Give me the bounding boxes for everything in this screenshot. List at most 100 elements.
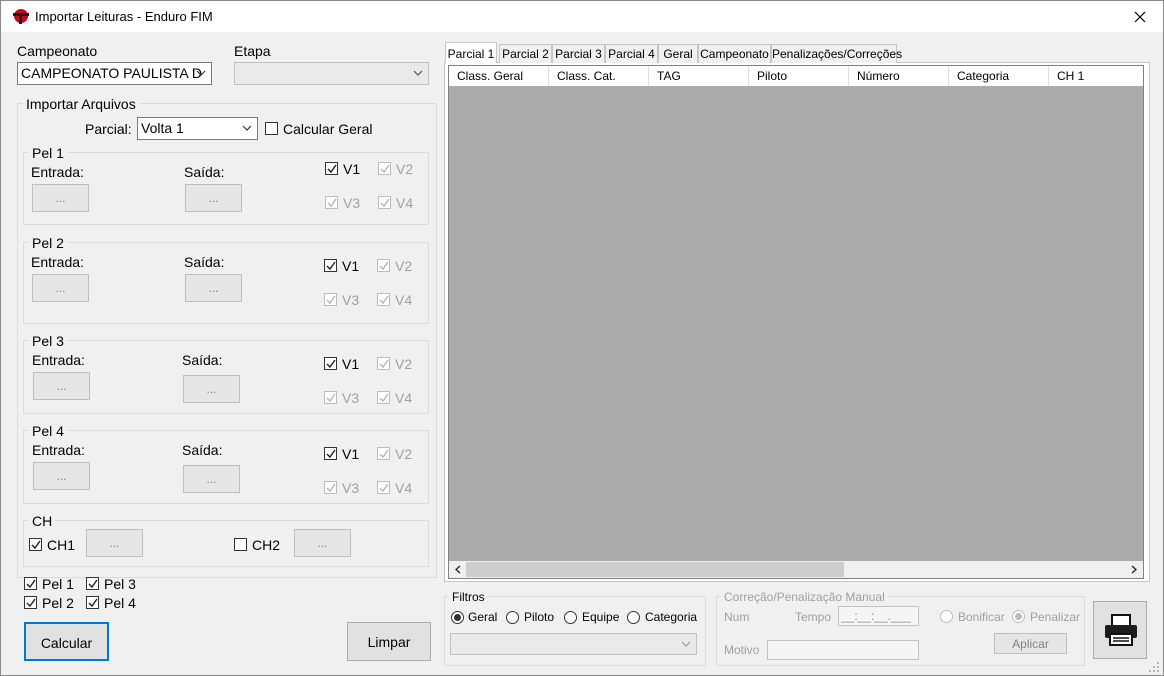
campeonato-select[interactable]: CAMPEONATO PAULISTA D	[17, 62, 212, 85]
tab-penalizacoes-correcoes[interactable]: Penalizações/Correções	[771, 44, 902, 63]
checkmark-icon	[326, 393, 336, 403]
pel-4-entrada-browse-button[interactable]: ...	[33, 462, 90, 490]
close-button[interactable]	[1117, 1, 1163, 32]
pel3-calc-label: Pel 3	[104, 576, 136, 592]
pel-4-v3-checkbox[interactable]	[324, 481, 337, 494]
pel-4-v2-label: V2	[395, 446, 413, 462]
aplicar-button[interactable]: Aplicar	[994, 633, 1067, 654]
column-header-categoria[interactable]: Categoria	[949, 66, 1049, 86]
checkmark-icon	[326, 261, 336, 271]
pel-4-v1-checkbox[interactable]	[324, 447, 337, 460]
results-grid[interactable]: Class. Geral Class. Cat. TAG Piloto Núme…	[448, 65, 1144, 579]
correcao-title: Correção/Penalização Manual	[721, 590, 888, 604]
etapa-select[interactable]	[234, 62, 429, 85]
ch1-label: CH1	[47, 537, 76, 553]
parcial-select[interactable]: Volta 1	[137, 117, 258, 140]
filtro-geral-radio[interactable]	[451, 611, 464, 624]
column-header-numero[interactable]: Número	[849, 66, 949, 86]
scrollbar-thumb[interactable]	[466, 562, 844, 577]
pel-3-v3-label: V3	[342, 390, 360, 406]
calcular-button[interactable]: Calcular	[24, 622, 109, 661]
tab-parcial-4[interactable]: Parcial 4	[605, 44, 658, 63]
ch2-browse-button[interactable]: ...	[294, 529, 351, 557]
tempo-input[interactable]: __:__:__.___	[838, 606, 919, 626]
pel-4-saida-browse-button[interactable]: ...	[183, 465, 240, 493]
filtro-categoria-radio[interactable]	[627, 611, 640, 624]
pel1-calc-checkbox[interactable]	[24, 577, 37, 590]
pel-3-entrada-browse-button[interactable]: ...	[33, 372, 90, 400]
pel-2-v4-checkbox[interactable]	[377, 293, 390, 306]
grid-header: Class. Geral Class. Cat. TAG Piloto Núme…	[449, 66, 1143, 86]
calcular-geral-checkbox[interactable]	[265, 122, 278, 135]
pel-1-entrada-browse-button[interactable]: ...	[32, 184, 89, 212]
tab-parcial-2[interactable]: Parcial 2	[499, 44, 552, 63]
pel-3-v2-checkbox[interactable]	[377, 357, 390, 370]
checkmark-icon	[379, 483, 389, 493]
pel-3-v1-label: V1	[342, 356, 360, 372]
ch2-checkbox[interactable]	[234, 538, 247, 551]
pel-3-saida-label: Saída:	[182, 352, 223, 368]
etapa-label: Etapa	[234, 43, 271, 59]
pel3-calc-checkbox[interactable]	[86, 577, 99, 590]
filtro-categoria-label: Categoria	[645, 610, 698, 624]
ch2-label: CH2	[252, 537, 281, 553]
penalizar-radio[interactable]	[1012, 610, 1025, 623]
filtro-equipe-radio[interactable]	[564, 611, 577, 624]
pel-1-v4-checkbox[interactable]	[378, 196, 391, 209]
title-bar: Importar Leituras - Enduro FIM	[1, 1, 1163, 32]
pel4-calc-checkbox[interactable]	[86, 596, 99, 609]
tab-geral[interactable]: Geral	[658, 44, 698, 63]
resize-grip-icon[interactable]	[1148, 661, 1160, 673]
pel-3-saida-browse-button[interactable]: ...	[183, 375, 240, 403]
chevron-left-icon[interactable]	[454, 565, 461, 574]
column-header-piloto[interactable]: Piloto	[749, 66, 849, 86]
bonificar-radio[interactable]	[940, 610, 953, 623]
pel-4-v3-label: V3	[342, 480, 360, 496]
pel-3-v4-label: V4	[395, 390, 413, 406]
pel-3-v4-checkbox[interactable]	[377, 391, 390, 404]
pel-1-v3-label: V3	[343, 195, 361, 211]
limpar-button[interactable]: Limpar	[347, 622, 431, 661]
chevron-right-icon[interactable]	[1131, 565, 1138, 574]
pel-2-saida-browse-button[interactable]: ...	[185, 274, 242, 302]
pel-3-v1-checkbox[interactable]	[324, 357, 337, 370]
tab-parcial-1[interactable]: Parcial 1	[445, 42, 497, 63]
pel-1-v4-label: V4	[396, 195, 414, 211]
pel2-calc-checkbox[interactable]	[24, 596, 37, 609]
column-header-class-geral[interactable]: Class. Geral	[449, 66, 549, 86]
tab-campeonato[interactable]: Campeonato	[698, 44, 771, 63]
horizontal-scrollbar[interactable]	[449, 561, 1143, 578]
pel-2-entrada-browse-button[interactable]: ...	[32, 274, 89, 302]
pel-2-title: Pel 2	[29, 235, 67, 251]
column-header-ch1[interactable]: CH 1	[1049, 66, 1143, 86]
column-header-tag[interactable]: TAG	[649, 66, 749, 86]
checkmark-icon	[380, 198, 390, 208]
pel-2-v4-label: V4	[395, 292, 413, 308]
filtro-piloto-label: Piloto	[524, 610, 555, 624]
pel-2-v2-label: V2	[395, 258, 413, 274]
calcular-geral-label: Calcular Geral	[283, 121, 373, 137]
filtros-title: Filtros	[449, 590, 488, 604]
filtro-piloto-radio[interactable]	[506, 611, 519, 624]
checkmark-icon	[379, 359, 389, 369]
pel-1-v3-checkbox[interactable]	[325, 196, 338, 209]
pel-4-v2-checkbox[interactable]	[377, 447, 390, 460]
filtro-select[interactable]	[450, 633, 697, 655]
pel-3-v3-checkbox[interactable]	[324, 391, 337, 404]
parcial-value: Volta 1	[141, 120, 184, 136]
pel-4-v4-checkbox[interactable]	[377, 481, 390, 494]
ch1-browse-button[interactable]: ...	[86, 529, 143, 557]
pel-1-v2-checkbox[interactable]	[378, 162, 391, 175]
pel-2-v1-checkbox[interactable]	[324, 259, 337, 272]
column-header-class-cat[interactable]: Class. Cat.	[549, 66, 649, 86]
pel-1-v1-checkbox[interactable]	[325, 162, 338, 175]
filtros-group	[444, 596, 706, 666]
checkmark-icon	[26, 579, 36, 589]
tab-parcial-3[interactable]: Parcial 3	[552, 44, 605, 63]
print-button[interactable]	[1093, 601, 1147, 659]
pel-2-v3-checkbox[interactable]	[324, 293, 337, 306]
motivo-input[interactable]	[767, 640, 919, 660]
pel-2-v2-checkbox[interactable]	[377, 259, 390, 272]
ch1-checkbox[interactable]	[29, 538, 42, 551]
pel-1-saida-browse-button[interactable]: ...	[185, 184, 242, 212]
